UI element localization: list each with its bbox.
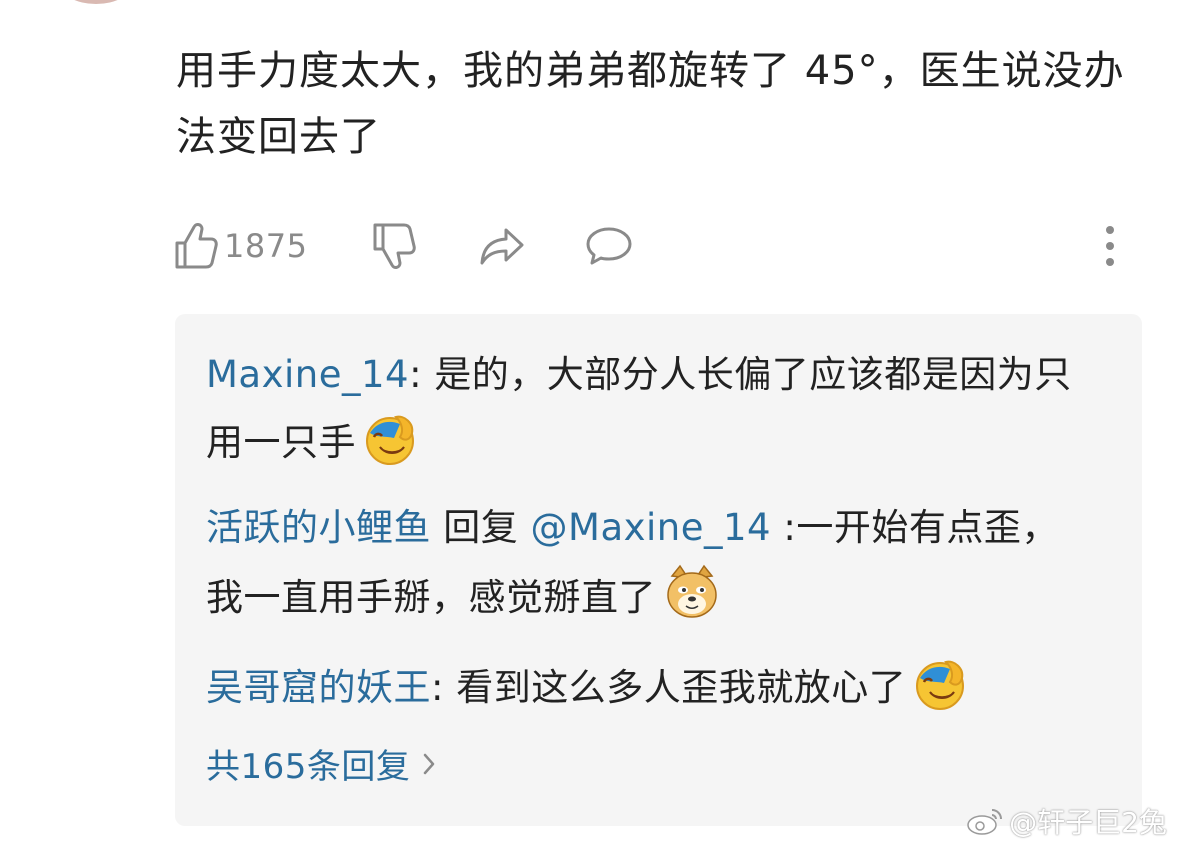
reply-username[interactable]: 吴哥窟的妖王 — [206, 666, 431, 709]
share-arrow-icon — [480, 228, 524, 265]
watermark: @轩子巨2兔 — [965, 801, 1167, 841]
reply-item[interactable]: 活跃的小鲤鱼 回复 @Maxine_14 :一开始有点歪，我一直用手掰，感觉掰直… — [206, 494, 1096, 632]
reply-item[interactable]: 吴哥窟的妖王: 看到这么多人歪我就放心了 — [206, 654, 1096, 722]
reply-text: 看到这么多人歪我就放心了 — [456, 666, 907, 709]
share-button[interactable] — [478, 218, 526, 274]
more-options-button[interactable] — [1104, 218, 1116, 274]
more-replies-link[interactable]: 共165条回复 — [206, 739, 436, 788]
more-replies-label[interactable]: 共165条回复 — [206, 739, 410, 788]
reply-username[interactable]: Maxine_14 — [206, 353, 409, 396]
weibo-logo-icon — [967, 809, 1003, 835]
speech-bubble-icon — [586, 227, 632, 265]
vertical-dots-icon — [1106, 226, 1114, 266]
thumbs-down-icon — [373, 223, 416, 269]
chevron-right-icon — [424, 753, 435, 774]
facepalm-laugh-emoji-icon — [916, 660, 965, 710]
doge-emoji-icon — [667, 564, 717, 618]
like-button[interactable]: 1875 — [172, 218, 307, 274]
facepalm-laugh-emoji-icon — [366, 415, 414, 465]
thumbs-up-icon — [175, 223, 218, 269]
reply-separator: : — [771, 506, 797, 549]
reply-separator: : — [431, 666, 457, 709]
watermark-text: @轩子巨2兔 — [1009, 806, 1167, 839]
dislike-button[interactable] — [370, 218, 416, 274]
comment-actions: 1875 — [172, 218, 1132, 274]
comment-text: 用手力度太大，我的弟弟都旋转了 45°，医生说没办法变回去了 — [176, 48, 1125, 160]
reply-username[interactable]: 活跃的小鲤鱼 — [206, 506, 431, 549]
reply-separator: : — [409, 353, 435, 396]
replies-panel[interactable]: Maxine_14: 是的，大部分人长偏了应该都是因为只用一只手 活跃的小鲤鱼 … — [175, 314, 1142, 826]
previous-comment-cutoff — [0, 0, 1179, 10]
reply-item[interactable]: Maxine_14: 是的，大部分人长偏了应该都是因为只用一只手 — [206, 341, 1096, 477]
reply-word: 回复 — [431, 506, 531, 549]
avatar[interactable] — [60, 0, 132, 4]
reply-mention[interactable]: @Maxine_14 — [531, 506, 772, 549]
comment-page: 用手力度太大，我的弟弟都旋转了 45°，医生说没办法变回去了 1875 Maxi… — [0, 0, 1179, 849]
like-count: 1875 — [224, 227, 308, 265]
comment-reply-button[interactable] — [584, 218, 634, 274]
